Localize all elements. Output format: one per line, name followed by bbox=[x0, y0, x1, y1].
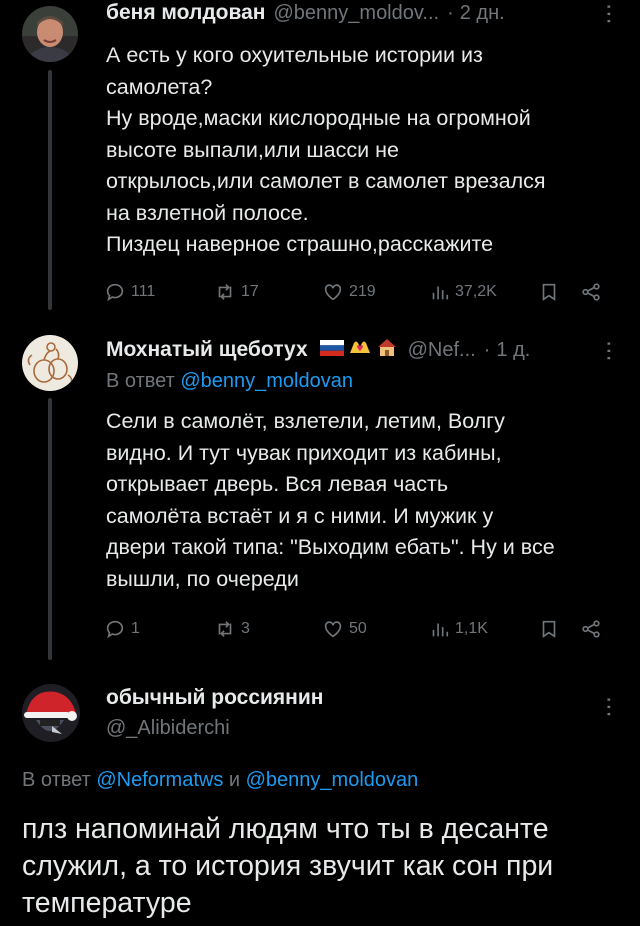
tweet-text: плз напоминай людям что ты в десанте слу… bbox=[22, 811, 622, 922]
author-handle-row: @_Alibiderchi bbox=[106, 717, 230, 740]
reply-context: В ответ @Neformatws и @benny_moldovan bbox=[22, 769, 418, 792]
mention-link[interactable]: @Neformatws bbox=[96, 769, 223, 791]
mention-link[interactable]: @benny_moldovan bbox=[246, 769, 419, 791]
reply-prefix: В ответ bbox=[22, 769, 91, 791]
author-handle[interactable]: @_Alibiderchi bbox=[106, 717, 230, 739]
reply-and: и bbox=[228, 769, 241, 791]
avatar-obychny[interactable] bbox=[22, 684, 80, 742]
text-line: служил, а то история звучит как сон при bbox=[22, 850, 554, 882]
author-name[interactable]: обычный россиянин bbox=[106, 686, 323, 710]
text-line: температуре bbox=[22, 887, 192, 919]
more-icon[interactable]: ⋯ bbox=[597, 696, 622, 718]
tweet-3[interactable]: обычный россиянин ⋯ @_Alibiderchi В отве… bbox=[0, 0, 640, 926]
tweet-header: обычный россиянин ⋯ bbox=[106, 684, 622, 718]
text-line: плз напоминай людям что ты в десанте bbox=[22, 813, 549, 845]
